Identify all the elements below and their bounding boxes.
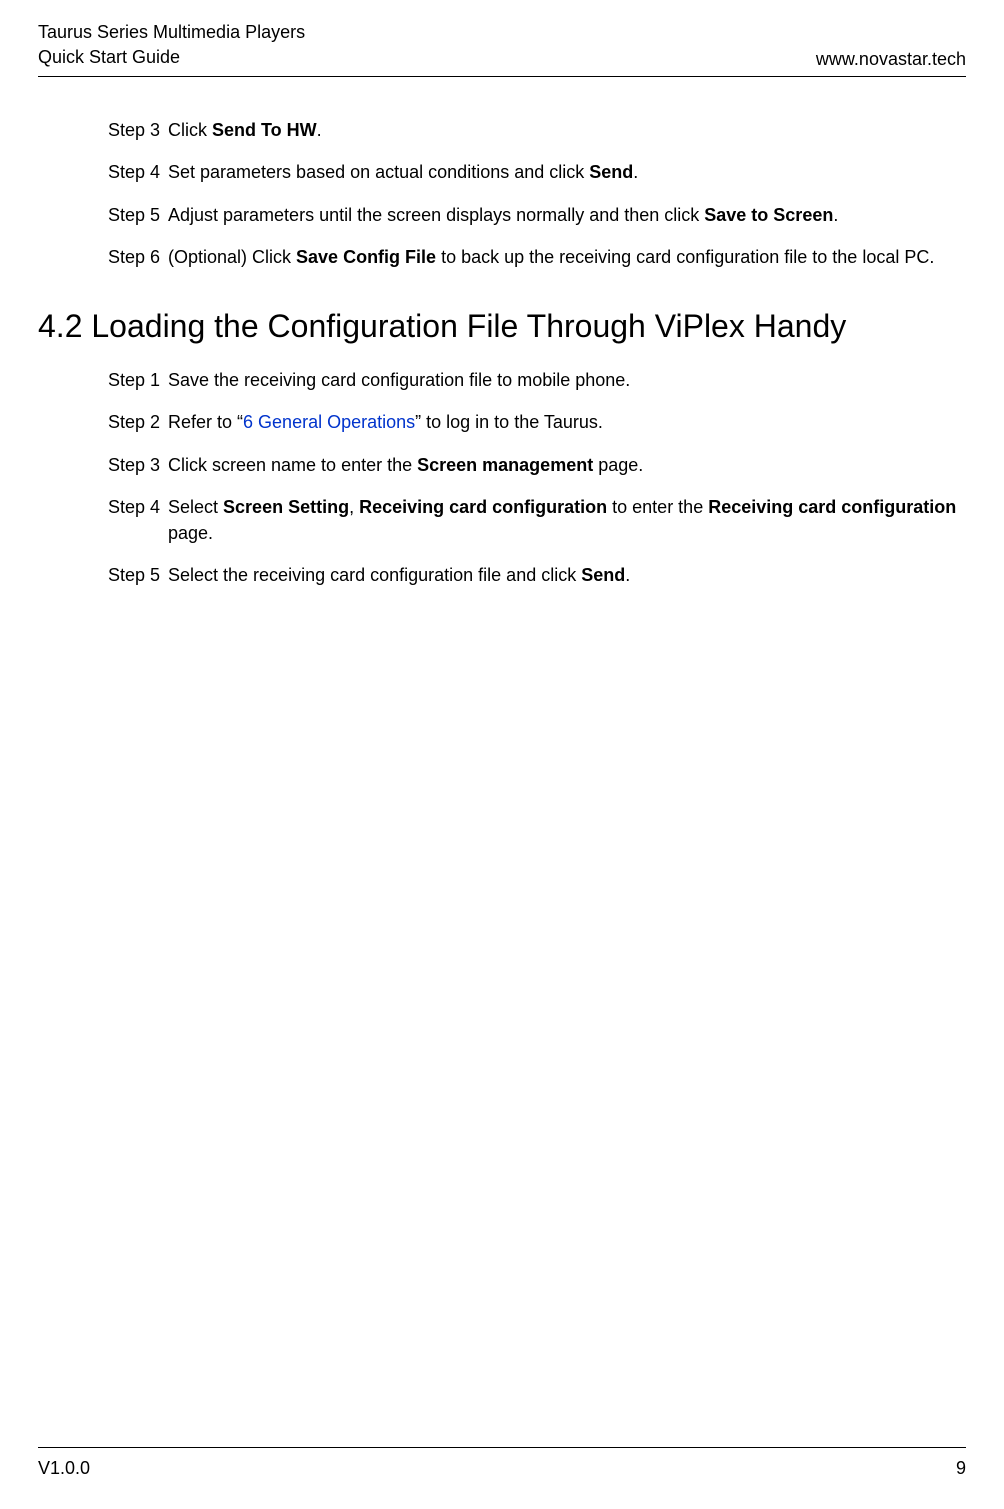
text-span: . <box>633 162 638 182</box>
content: Step 3Click Send To HW.Step 4Set paramet… <box>38 117 966 1447</box>
step-row: Step 5Select the receiving card configur… <box>108 562 966 588</box>
step-label: Step 4 <box>108 494 168 546</box>
text-span: Save Config File <box>296 247 436 267</box>
text-span: Select <box>168 497 223 517</box>
step-label: Step 3 <box>108 117 168 143</box>
text-span: Send To HW <box>212 120 317 140</box>
text-span: Refer to “ <box>168 412 243 432</box>
step-label: Step 3 <box>108 452 168 478</box>
step-row: Step 4Select Screen Setting, Receiving c… <box>108 494 966 546</box>
cross-reference-link[interactable]: 6 General Operations <box>243 412 415 432</box>
step-label: Step 1 <box>108 367 168 393</box>
step-row: Step 4Set parameters based on actual con… <box>108 159 966 185</box>
text-span: . <box>625 565 630 585</box>
step-body: Select the receiving card configuration … <box>168 562 966 588</box>
step-body: Save the receiving card configuration fi… <box>168 367 966 393</box>
text-span: Screen Setting <box>223 497 349 517</box>
step-label: Step 5 <box>108 562 168 588</box>
step-body: Select Screen Setting, Receiving card co… <box>168 494 966 546</box>
step-row: Step 2Refer to “6 General Operations” to… <box>108 409 966 435</box>
doc-title-line1: Taurus Series Multimedia Players <box>38 20 305 45</box>
step-body: Adjust parameters until the screen displ… <box>168 202 966 228</box>
page: Taurus Series Multimedia Players Quick S… <box>0 0 1004 1509</box>
footer-page-number: 9 <box>956 1458 966 1479</box>
page-footer: V1.0.0 9 <box>38 1447 966 1479</box>
text-span: ” to log in to the Taurus. <box>415 412 603 432</box>
text-span: Receiving card configuration <box>708 497 956 517</box>
text-span: Receiving card configuration <box>359 497 607 517</box>
text-span: Click screen name to enter the <box>168 455 417 475</box>
text-span: . <box>317 120 322 140</box>
page-header: Taurus Series Multimedia Players Quick S… <box>38 20 966 77</box>
text-span: , <box>349 497 359 517</box>
section-heading-4-2: 4.2 Loading the Configuration File Throu… <box>38 306 966 348</box>
text-span: Select the receiving card configuration … <box>168 565 581 585</box>
step-body: Click screen name to enter the Screen ma… <box>168 452 966 478</box>
text-span: Save to Screen <box>704 205 833 225</box>
step-body: (Optional) Click Save Config File to bac… <box>168 244 966 270</box>
text-span: (Optional) Click <box>168 247 296 267</box>
section-b-steps: Step 1Save the receiving card configurat… <box>108 367 966 588</box>
step-label: Step 2 <box>108 409 168 435</box>
header-url: www.novastar.tech <box>816 49 966 70</box>
text-span: Set parameters based on actual condition… <box>168 162 589 182</box>
step-row: Step 6(Optional) Click Save Config File … <box>108 244 966 270</box>
doc-title-line2: Quick Start Guide <box>38 45 305 70</box>
text-span: . <box>833 205 838 225</box>
section-a-steps: Step 3Click Send To HW.Step 4Set paramet… <box>108 117 966 269</box>
text-span: Screen management <box>417 455 593 475</box>
text-span: Save the receiving card configuration fi… <box>168 370 630 390</box>
step-label: Step 6 <box>108 244 168 270</box>
step-body: Refer to “6 General Operations” to log i… <box>168 409 966 435</box>
step-row: Step 3Click Send To HW. <box>108 117 966 143</box>
step-body: Click Send To HW. <box>168 117 966 143</box>
text-span: to enter the <box>607 497 708 517</box>
text-span: Send <box>581 565 625 585</box>
text-span: Adjust parameters until the screen displ… <box>168 205 704 225</box>
text-span: page. <box>168 523 213 543</box>
footer-version: V1.0.0 <box>38 1458 90 1479</box>
step-label: Step 5 <box>108 202 168 228</box>
step-body: Set parameters based on actual condition… <box>168 159 966 185</box>
step-row: Step 3Click screen name to enter the Scr… <box>108 452 966 478</box>
step-row: Step 5Adjust parameters until the screen… <box>108 202 966 228</box>
text-span: page. <box>593 455 643 475</box>
text-span: Click <box>168 120 212 140</box>
header-left: Taurus Series Multimedia Players Quick S… <box>38 20 305 70</box>
step-row: Step 1Save the receiving card configurat… <box>108 367 966 393</box>
text-span: Send <box>589 162 633 182</box>
step-label: Step 4 <box>108 159 168 185</box>
text-span: to back up the receiving card configurat… <box>436 247 934 267</box>
